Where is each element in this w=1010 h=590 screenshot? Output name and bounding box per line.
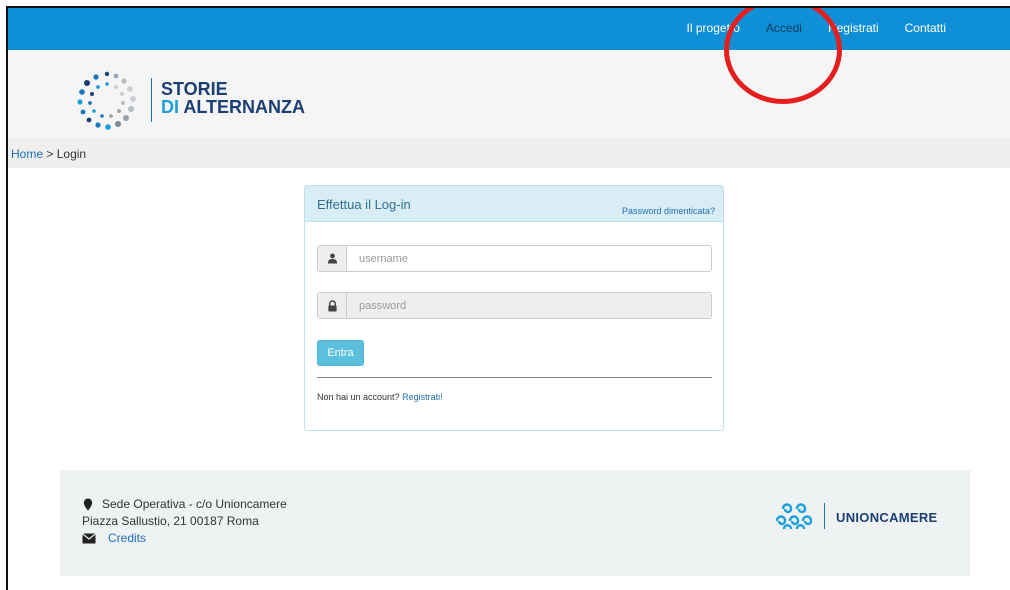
- address-line-2: Piazza Sallustio, 21 00187 Roma: [82, 514, 259, 528]
- brand-wordmark[interactable]: STORIE DI ALTERNANZA: [161, 80, 305, 116]
- divider: [317, 377, 712, 378]
- storie-di-alternanza-logo-icon[interactable]: [76, 70, 138, 132]
- login-panel: Effettua il Log-in Password dimenticata?…: [304, 185, 724, 431]
- breadcrumb-separator: >: [46, 147, 54, 161]
- username-field: [317, 245, 712, 272]
- breadcrumb-current: Login: [56, 147, 87, 161]
- nav-item-il-progetto[interactable]: Il progetto: [687, 21, 740, 35]
- nav-links: Il progetto Accedi Registrati Contatti: [661, 21, 946, 35]
- nav-item-contatti[interactable]: Contatti: [905, 21, 946, 35]
- envelope-icon: [82, 533, 96, 544]
- forgot-password-link[interactable]: Password dimenticata?: [622, 206, 715, 216]
- no-account-text: Non hai un account? Registrati!: [317, 392, 443, 402]
- no-account-label: Non hai un account?: [317, 392, 400, 402]
- login-panel-header: Effettua il Log-in Password dimenticata?: [305, 186, 723, 222]
- user-icon: [318, 246, 347, 271]
- address-line-1: Sede Operativa - c/o Unioncamere: [102, 497, 287, 511]
- credits-row: Credits: [82, 530, 287, 547]
- page-frame: Il progetto Accedi Registrati Contatti S…: [6, 6, 1010, 590]
- partner-divider: [824, 503, 825, 529]
- login-title: Effettua il Log-in: [317, 197, 411, 212]
- nav-item-accedi[interactable]: Accedi: [766, 21, 802, 35]
- brand-header: STORIE DI ALTERNANZA: [8, 50, 1010, 138]
- credits-link[interactable]: Credits: [108, 530, 146, 547]
- top-navbar: Il progetto Accedi Registrati Contatti: [8, 8, 1010, 50]
- brand-line-2: DI ALTERNANZA: [161, 98, 305, 116]
- footer-address: Sede Operativa - c/o Unioncamere Piazza …: [82, 496, 287, 547]
- logo-divider: [151, 78, 152, 122]
- address-row-2: Piazza Sallustio, 21 00187 Roma: [82, 513, 287, 530]
- login-submit-button[interactable]: Entra: [317, 340, 364, 366]
- breadcrumb: Home > Login: [8, 138, 1010, 168]
- map-marker-icon: [83, 498, 93, 511]
- unioncamere-name[interactable]: UNIONCAMERE: [836, 510, 938, 525]
- breadcrumb-home-link[interactable]: Home: [11, 147, 43, 161]
- username-input[interactable]: [348, 246, 711, 271]
- brand-alternanza: ALTERNANZA: [183, 97, 305, 117]
- nav-item-registrati[interactable]: Registrati: [828, 21, 879, 35]
- lock-icon: [318, 293, 347, 318]
- password-input[interactable]: [348, 293, 711, 318]
- password-field: [317, 292, 712, 319]
- register-link[interactable]: Registrati!: [402, 392, 443, 402]
- brand-line-1: STORIE: [161, 79, 228, 99]
- address-row-1: Sede Operativa - c/o Unioncamere: [82, 496, 287, 513]
- footer: Sede Operativa - c/o Unioncamere Piazza …: [60, 470, 970, 576]
- unioncamere-logo-icon[interactable]: [775, 500, 815, 534]
- brand-di: DI: [161, 97, 179, 117]
